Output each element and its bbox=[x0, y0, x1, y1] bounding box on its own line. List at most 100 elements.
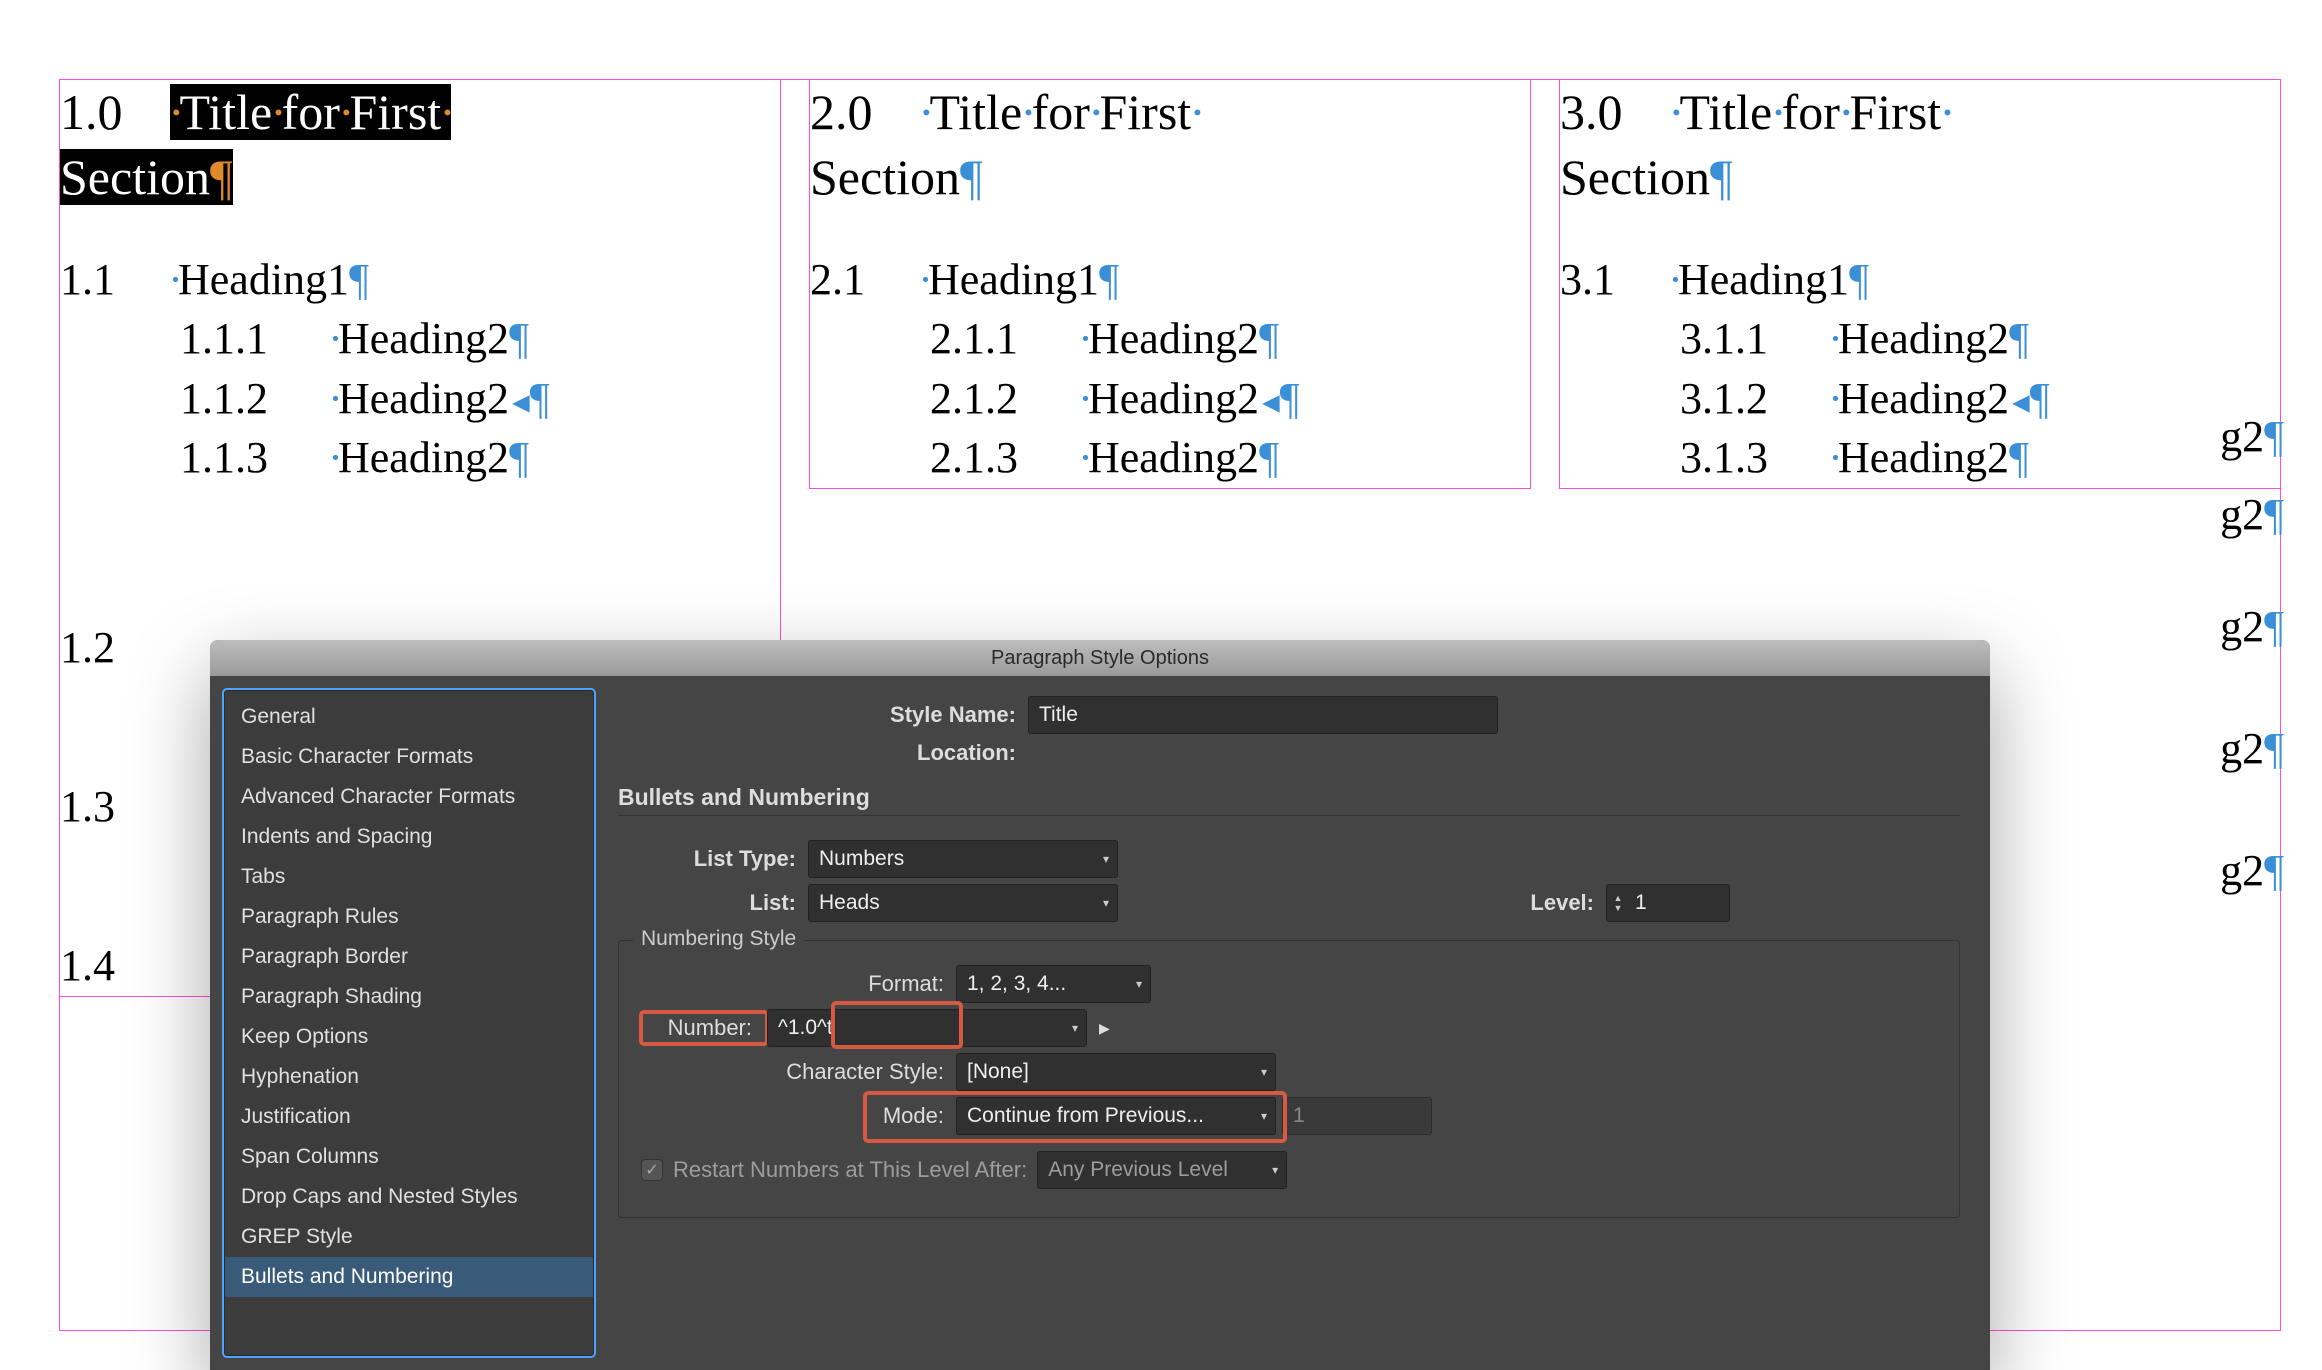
level-label: Level: bbox=[1530, 890, 1606, 916]
chevron-down-icon: ▾ bbox=[1072, 1010, 1078, 1046]
h1-text: Heading1 bbox=[178, 255, 349, 304]
pilcrow-icon: ¶ bbox=[509, 314, 529, 363]
pilcrow-icon: ¶ bbox=[1849, 255, 1869, 304]
sidebar-item[interactable]: Bullets and Numbering bbox=[225, 1257, 593, 1297]
sidebar-item[interactable]: Drop Caps and Nested Styles bbox=[225, 1177, 593, 1217]
heading2-paragraph[interactable]: 1.1.2∙Heading2◂¶ bbox=[60, 369, 780, 428]
restart-numbers-label: Restart Numbers at This Level After: bbox=[673, 1157, 1027, 1183]
h2-text: Heading2 bbox=[338, 314, 509, 363]
sidebar-item[interactable]: Paragraph Rules bbox=[225, 897, 593, 937]
style-name-input[interactable]: Title bbox=[1028, 696, 1498, 734]
sidebar-item[interactable]: Basic Character Formats bbox=[225, 737, 593, 777]
title-paragraph[interactable]: 3.0∙Title∙for∙First∙Section¶ bbox=[1560, 80, 2280, 210]
sidebar-item[interactable]: Paragraph Border bbox=[225, 937, 593, 977]
dialog-titlebar[interactable]: Paragraph Style Options bbox=[210, 640, 1990, 676]
pilcrow-icon: ¶ bbox=[1710, 149, 1733, 205]
heading1-paragraph[interactable]: 1.1∙Heading1¶ bbox=[60, 250, 780, 309]
level-stepper[interactable]: ▲▼ bbox=[1606, 884, 1730, 922]
title-autonumber: 2.0 bbox=[810, 80, 920, 145]
text-column-2: 2.0∙Title∙for∙First∙Section¶ 2.1∙Heading… bbox=[810, 80, 1530, 488]
location-label: Location: bbox=[618, 740, 1028, 766]
format-label: Format: bbox=[641, 971, 956, 997]
title-text-line1: ∙Title∙for∙First∙ bbox=[170, 84, 451, 140]
heading2-paragraph[interactable]: 1.1.1∙Heading2¶ bbox=[60, 309, 780, 368]
sidebar-item[interactable]: Hyphenation bbox=[225, 1057, 593, 1097]
start-at-input: 1 bbox=[1282, 1097, 1432, 1135]
sidebar-item[interactable]: GREP Style bbox=[225, 1217, 593, 1257]
pilcrow-icon: ¶ bbox=[960, 149, 983, 205]
peek-text: g2¶ bbox=[2220, 832, 2284, 910]
title-autonumber: 1.0 bbox=[60, 80, 170, 145]
divider bbox=[618, 815, 1960, 816]
h1-text: Heading1 bbox=[928, 255, 1099, 304]
sidebar-item[interactable]: Paragraph Shading bbox=[225, 977, 593, 1017]
list-dropdown[interactable]: Heads▾ bbox=[808, 884, 1118, 922]
sidebar-item[interactable]: Tabs bbox=[225, 857, 593, 897]
format-dropdown[interactable]: 1, 2, 3, 4...▾ bbox=[956, 965, 1151, 1003]
number-input[interactable]: ^1.0^t▾ bbox=[767, 1009, 1087, 1047]
h1-autonumber: 1.2 bbox=[60, 618, 170, 677]
character-style-label: Character Style: bbox=[641, 1059, 956, 1085]
heading2-paragraph[interactable]: 2.1.1∙Heading2¶ bbox=[810, 309, 1530, 368]
chevron-down-icon: ▾ bbox=[1136, 966, 1142, 1002]
numbering-style-fieldset: Numbering Style Format: 1, 2, 3, 4...▾ N… bbox=[618, 940, 1960, 1218]
h2-text: Heading2 bbox=[338, 374, 509, 423]
fieldset-title: Numbering Style bbox=[633, 927, 804, 951]
title-paragraph[interactable]: 1.0∙Title∙for∙First∙ Section¶ bbox=[60, 80, 780, 210]
list-label: List: bbox=[618, 890, 808, 916]
h1-autonumber: 1.4 bbox=[60, 936, 170, 995]
peek-text: g2¶ bbox=[2220, 398, 2284, 476]
sidebar-item[interactable]: General bbox=[225, 697, 593, 737]
sidebar-item[interactable]: Advanced Character Formats bbox=[225, 777, 593, 817]
number-row-highlight: Number: bbox=[641, 1012, 767, 1044]
dialog-main-panel: Style Name: Title Location: Bullets and … bbox=[608, 676, 1990, 1370]
h1-text: Heading1 bbox=[1678, 255, 1849, 304]
sidebar-item[interactable]: Indents and Spacing bbox=[225, 817, 593, 857]
h1-autonumber: 1.3 bbox=[60, 777, 170, 836]
h2-autonumber: 1.1.3 bbox=[180, 428, 330, 487]
h1-autonumber: 3.1 bbox=[1560, 250, 1670, 309]
sidebar-item[interactable]: Keep Options bbox=[225, 1017, 593, 1057]
mode-label: Mode: bbox=[641, 1103, 956, 1129]
h2-autonumber: 1.1.2 bbox=[180, 369, 330, 428]
new-column-icon: ◂ bbox=[1262, 382, 1280, 421]
section-header: Bullets and Numbering bbox=[618, 784, 1960, 811]
list-type-dropdown[interactable]: Numbers▾ bbox=[808, 840, 1118, 878]
h2-text: Heading2 bbox=[338, 433, 509, 482]
pilcrow-icon: ¶ bbox=[530, 374, 550, 423]
heading2-paragraph[interactable]: 3.1.1∙Heading2¶ bbox=[1560, 309, 2280, 368]
peek-text: g2¶ bbox=[2220, 476, 2284, 554]
stepper-arrows-icon[interactable]: ▲▼ bbox=[1607, 893, 1629, 913]
peek-text: g2¶ bbox=[2220, 588, 2284, 666]
character-style-dropdown[interactable]: [None]▾ bbox=[956, 1053, 1276, 1091]
pilcrow-icon: ¶ bbox=[509, 433, 529, 482]
heading1-paragraph[interactable]: 3.1∙Heading1¶ bbox=[1560, 250, 2280, 309]
text-column-3: 3.0∙Title∙for∙First∙Section¶ 3.1∙Heading… bbox=[1560, 80, 2280, 488]
heading2-paragraph[interactable]: 1.1.3∙Heading2¶ bbox=[60, 428, 780, 487]
title-paragraph[interactable]: 2.0∙Title∙for∙First∙Section¶ bbox=[810, 80, 1530, 210]
restart-after-dropdown[interactable]: Any Previous Level▾ bbox=[1037, 1151, 1287, 1189]
mode-dropdown[interactable]: Continue from Previous...▾ bbox=[956, 1097, 1276, 1135]
chevron-down-icon: ▾ bbox=[1261, 1098, 1267, 1134]
heading2-paragraph[interactable]: 2.1.2∙Heading2◂¶ bbox=[810, 369, 1530, 428]
chevron-down-icon: ▾ bbox=[1272, 1152, 1278, 1188]
chevron-down-icon: ▾ bbox=[1103, 841, 1109, 877]
heading2-paragraph[interactable]: 3.1.2∙Heading2◂¶ bbox=[1560, 369, 2280, 428]
heading1-paragraph[interactable]: 2.1∙Heading1¶ bbox=[810, 250, 1530, 309]
level-value-input[interactable] bbox=[1629, 891, 1729, 915]
flyout-triangle-icon[interactable]: ▶ bbox=[1099, 1020, 1110, 1037]
pilcrow-icon: ¶ bbox=[349, 255, 369, 304]
heading2-paragraph[interactable]: 2.1.3∙Heading2¶ bbox=[810, 428, 1530, 487]
list-type-label: List Type: bbox=[618, 846, 808, 872]
number-label: Number: bbox=[644, 1015, 764, 1041]
options-category-list[interactable]: GeneralBasic Character FormatsAdvanced C… bbox=[224, 690, 594, 1356]
heading2-paragraph[interactable]: 3.1.3∙Heading2¶ bbox=[1560, 428, 2280, 487]
restart-numbers-checkbox[interactable]: ✓ Restart Numbers at This Level After: bbox=[641, 1157, 1027, 1183]
sidebar-item[interactable]: Span Columns bbox=[225, 1137, 593, 1177]
title-autonumber: 3.0 bbox=[1560, 80, 1670, 145]
sidebar-item[interactable]: Justification bbox=[225, 1097, 593, 1137]
h1-autonumber: 1.1 bbox=[60, 250, 170, 309]
peek-text: g2¶ bbox=[2220, 710, 2284, 788]
new-column-icon: ◂ bbox=[512, 382, 530, 421]
chevron-down-icon: ▾ bbox=[1103, 885, 1109, 921]
